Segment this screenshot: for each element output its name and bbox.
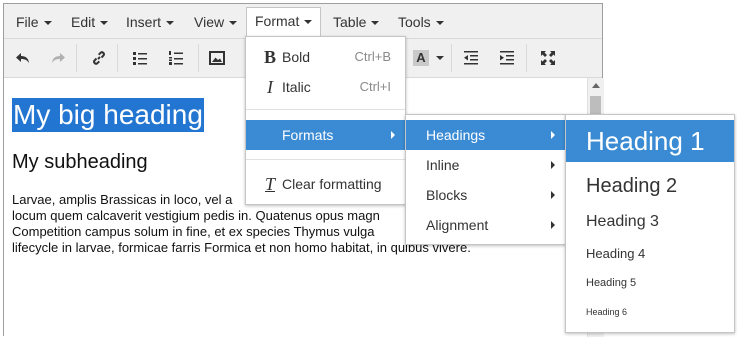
chevron-right-icon <box>551 191 555 199</box>
image-icon <box>209 51 225 65</box>
menu-insert[interactable]: Insert <box>118 8 182 36</box>
menu-file[interactable]: File <box>8 8 60 36</box>
toolbar-divider <box>526 44 527 72</box>
clear-formatting-icon: T <box>264 174 275 194</box>
indent-button[interactable] <box>493 44 521 72</box>
chevron-down-icon <box>229 21 238 25</box>
format-formats-label: Formats <box>282 127 334 143</box>
menubar: File Edit Insert View Format Table Tools <box>4 4 602 39</box>
heading-3-label: Heading 3 <box>586 213 659 230</box>
formats-headings-label: Headings <box>426 127 486 143</box>
heading-3-item[interactable]: Heading 3 <box>566 207 734 237</box>
redo-icon <box>52 53 65 63</box>
chevron-down-icon <box>43 21 52 25</box>
menu-divider <box>246 109 405 110</box>
format-formats-item[interactable]: Formats <box>246 120 405 150</box>
chevron-down-icon <box>166 21 175 25</box>
outdent-button[interactable] <box>457 44 485 72</box>
formats-inline-item[interactable]: Inline <box>406 150 565 180</box>
content-heading-1: My big heading <box>12 98 204 132</box>
heading-5-label: Heading 5 <box>586 277 637 289</box>
headings-submenu: Heading 1 Heading 2 Heading 3 Heading 4 … <box>565 114 735 333</box>
italic-icon: I <box>267 77 273 97</box>
format-clear-label: Clear formatting <box>282 176 382 192</box>
formats-headings-item[interactable]: Headings <box>406 120 565 150</box>
heading-5-item[interactable]: Heading 5 <box>566 269 734 297</box>
numbered-list-button[interactable] <box>162 44 190 72</box>
bullet-list-icon <box>133 52 147 65</box>
formats-blocks-item[interactable]: Blocks <box>406 180 565 210</box>
chevron-right-icon <box>551 161 555 169</box>
menu-view[interactable]: View <box>186 8 245 36</box>
menu-view-label: View <box>194 14 225 30</box>
menu-format-label: Format <box>255 13 300 29</box>
formats-alignment-label: Alignment <box>426 217 489 233</box>
menu-file-label: File <box>16 14 39 30</box>
menu-insert-label: Insert <box>126 14 162 30</box>
format-menu-dropdown: B Bold Ctrl+B I Italic Ctrl+I Formats T … <box>245 36 406 205</box>
outdent-icon <box>464 51 478 65</box>
scroll-up-icon[interactable] <box>592 83 600 88</box>
format-italic-shortcut: Ctrl+I <box>359 79 391 94</box>
format-bold-item[interactable]: B Bold Ctrl+B <box>246 42 405 72</box>
heading-6-item[interactable]: Heading 6 <box>566 298 734 326</box>
formats-inline-label: Inline <box>426 157 460 173</box>
undo-button[interactable] <box>9 44 37 72</box>
menu-edit[interactable]: Edit <box>63 8 116 36</box>
heading-4-item[interactable]: Heading 4 <box>566 240 734 268</box>
toolbar-divider <box>198 44 199 72</box>
bullet-list-button[interactable] <box>126 44 154 72</box>
heading-2-item[interactable]: Heading 2 <box>566 169 734 203</box>
menu-tools-label: Tools <box>398 14 431 30</box>
formats-submenu: Headings Inline Blocks Alignment <box>405 114 566 245</box>
chevron-right-icon <box>551 131 555 139</box>
chevron-right-icon <box>551 221 555 229</box>
chevron-down-icon <box>304 20 313 24</box>
format-bold-shortcut: Ctrl+B <box>354 49 391 64</box>
content-heading-2: My subheading <box>12 151 148 173</box>
format-clear-item[interactable]: T Clear formatting <box>246 169 405 199</box>
menu-edit-label: Edit <box>71 14 96 30</box>
numbered-list-icon <box>169 51 183 65</box>
format-italic-label: Italic <box>282 79 311 95</box>
redo-button[interactable] <box>44 44 72 72</box>
image-button[interactable] <box>203 44 231 72</box>
background-color-button[interactable]: A <box>407 44 435 72</box>
chevron-down-icon <box>436 56 444 60</box>
fullscreen-button[interactable] <box>534 44 562 72</box>
indent-icon <box>500 51 514 65</box>
menu-table[interactable]: Table <box>325 8 387 36</box>
heading-2-label: Heading 2 <box>586 175 678 197</box>
menu-divider <box>246 159 405 160</box>
heading-4-label: Heading 4 <box>586 246 646 261</box>
chevron-right-icon <box>391 131 395 139</box>
menu-format[interactable]: Format <box>246 7 322 38</box>
link-icon <box>93 51 105 65</box>
link-button[interactable] <box>85 44 113 72</box>
fullscreen-icon <box>541 51 555 65</box>
format-italic-item[interactable]: I Italic Ctrl+I <box>246 72 405 102</box>
heading-1-item[interactable]: Heading 1 <box>566 120 734 162</box>
formats-blocks-label: Blocks <box>426 187 468 203</box>
format-bold-label: Bold <box>282 49 311 65</box>
chevron-down-icon <box>435 21 444 25</box>
toolbar-divider <box>76 44 77 72</box>
heading-6-label: Heading 6 <box>586 307 628 317</box>
toolbar-divider <box>451 44 452 72</box>
formats-alignment-item[interactable]: Alignment <box>406 210 565 240</box>
chevron-down-icon <box>100 21 109 25</box>
toolbar-divider <box>117 44 118 72</box>
background-color-icon: A <box>413 50 429 66</box>
menu-tools[interactable]: Tools <box>390 8 452 36</box>
chevron-down-icon <box>371 21 380 25</box>
bold-icon: B <box>263 47 276 67</box>
background-color-dropdown[interactable] <box>432 44 448 72</box>
menu-table-label: Table <box>333 14 367 30</box>
heading-1-label: Heading 1 <box>586 126 705 156</box>
undo-icon <box>16 53 29 63</box>
